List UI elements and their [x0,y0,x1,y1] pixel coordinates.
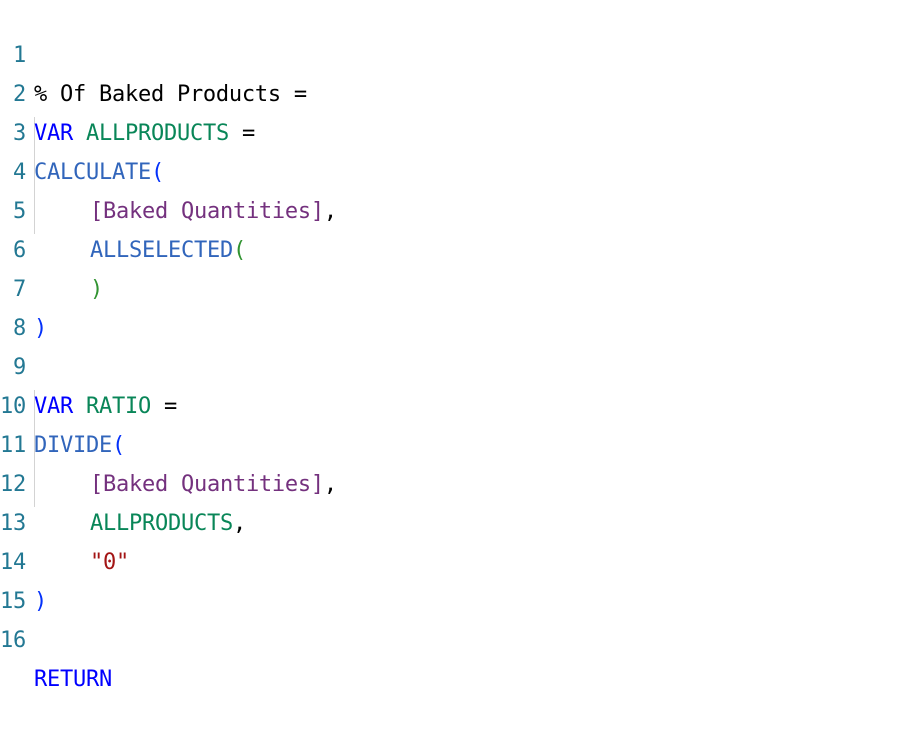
column-reference: [Baked Quantities] [90,472,324,497]
string-literal: "0" [90,550,129,575]
line-content: VAR RATIO = [34,387,177,426]
variable-name: RATIO [86,394,151,419]
line-content: [Baked Quantities], [34,465,337,504]
comma: , [323,472,337,497]
code-line: 13 "0" [0,465,129,575]
code-line: 14 ) [0,504,52,614]
code-line: 4 [Baked Quantities], [0,114,337,224]
line-content: RETURN [34,660,112,699]
bracket: ) [90,277,103,302]
column-reference: [Baked Quantities] [90,199,324,224]
code-line: 6 ) [0,192,103,302]
line-content: VAR ALLPRODUCTS = [34,114,255,153]
code-line: 5 ALLSELECTED( [0,153,246,263]
measure-name: % Of Baked Products = [34,82,307,107]
line-content: [Baked Quantities], [34,192,337,231]
code-line: 12 ALLPRODUCTS, [0,426,246,536]
comma: , [323,199,337,224]
operator: = [163,394,177,419]
line-content: % Of Baked Products = [34,75,307,114]
code-line: 10 DIVIDE( [0,348,125,458]
bracket: ( [111,433,125,458]
code-line: 16 RETURN [0,582,112,692]
code-line: 2 VAR ALLPRODUCTS = [0,36,255,146]
code-line: 9 VAR RATIO = [0,309,177,419]
operator: = [241,121,255,146]
comma: , [232,511,246,536]
variable-name: ALLPRODUCTS [86,121,229,146]
bracket: ( [232,238,246,263]
code-line: 1 % Of Baked Products = [0,0,307,107]
code-line: 11 [Baked Quantities], [0,387,337,497]
function-name: ALLSELECTED [90,238,233,263]
bracket: ( [150,160,164,185]
code-line: 3 CALCULATE( [0,75,164,185]
variable-name: ALLPRODUCTS [90,511,233,536]
code-editor[interactable]: 1 % Of Baked Products = 2 VAR ALLPRODUCT… [0,0,906,692]
keyword-return: RETURN [34,667,112,692]
line-content: ALLPRODUCTS, [34,504,246,543]
code-line: 15 [0,543,52,614]
line-content: CALCULATE( [34,153,164,192]
line-content: ALLSELECTED( [34,231,246,270]
code-line: 8 [0,270,52,341]
code-line: 7 ) [0,231,52,341]
